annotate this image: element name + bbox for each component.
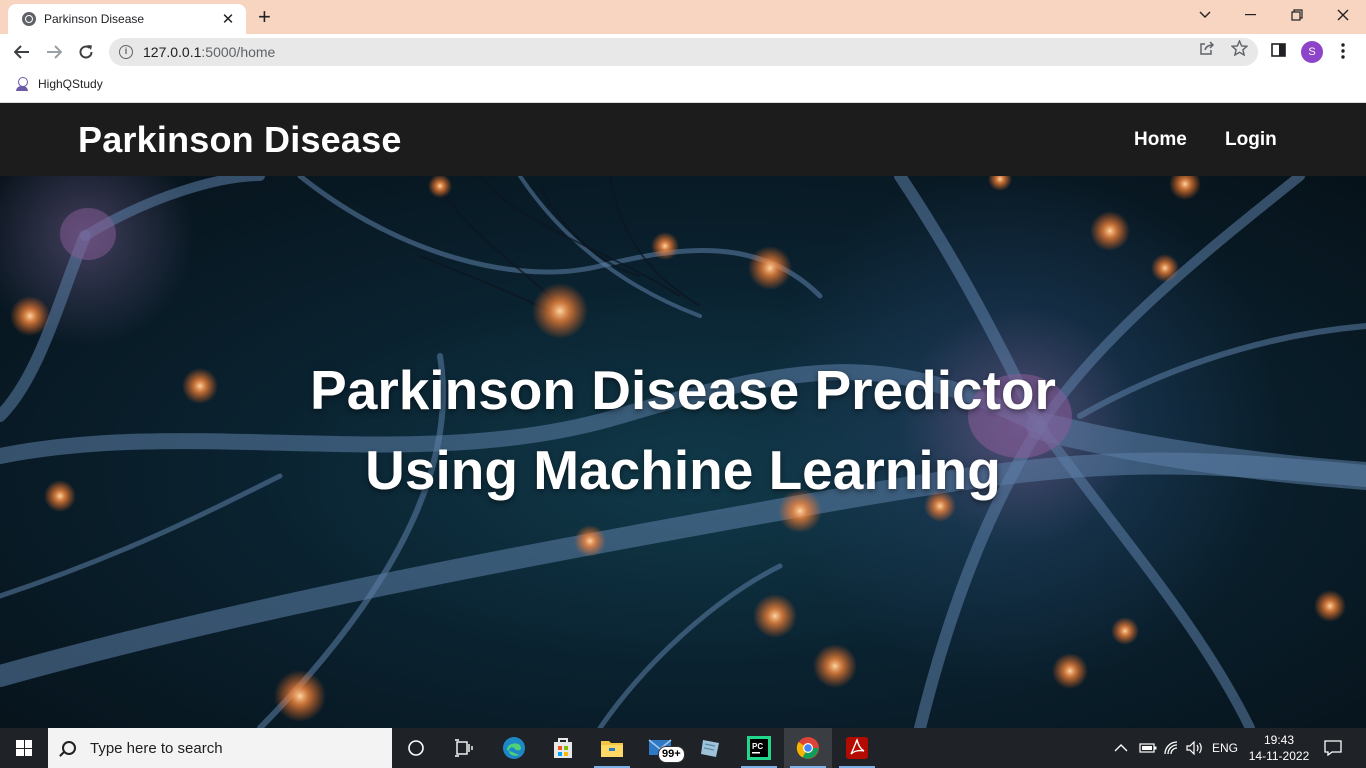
edge-browser-icon[interactable] xyxy=(490,728,538,768)
start-button[interactable] xyxy=(0,728,48,768)
site-brand[interactable]: Parkinson Disease xyxy=(78,119,402,161)
new-tab-button[interactable]: + xyxy=(258,5,271,29)
browser-tab[interactable]: Parkinson Disease ✕ xyxy=(8,4,246,34)
hero-title-line2: Using Machine Learning xyxy=(365,439,1001,501)
forward-button[interactable] xyxy=(41,40,67,64)
bookmark-favicon-icon xyxy=(14,76,30,92)
cortana-icon[interactable] xyxy=(392,728,440,768)
tab-search-chevron-icon[interactable] xyxy=(1182,0,1228,30)
browser-toolbar: i 127.0.0.1:5000/home S xyxy=(0,34,1366,70)
chrome-icon[interactable] xyxy=(784,728,832,768)
svg-text:PC: PC xyxy=(752,742,763,751)
url-text: 127.0.0.1:5000/home xyxy=(143,44,275,60)
nav-home-link[interactable]: Home xyxy=(1134,129,1187,151)
pycharm-icon[interactable]: PC xyxy=(735,728,783,768)
tab-title: Parkinson Disease xyxy=(44,12,145,26)
globe-icon xyxy=(22,12,36,26)
reload-button[interactable] xyxy=(73,40,99,64)
notifications-icon[interactable] xyxy=(1324,728,1342,768)
close-window-button[interactable] xyxy=(1320,0,1366,30)
volume-icon[interactable] xyxy=(1186,728,1204,768)
minimize-button[interactable] xyxy=(1228,0,1274,30)
nav-login-link[interactable]: Login xyxy=(1225,129,1277,151)
file-explorer-icon[interactable] xyxy=(588,728,636,768)
address-bar[interactable]: i 127.0.0.1:5000/home xyxy=(109,38,1258,66)
profile-avatar[interactable]: S xyxy=(1301,41,1323,63)
site-navbar: Parkinson Disease Home Login xyxy=(0,103,1366,176)
microsoft-store-icon[interactable] xyxy=(539,728,587,768)
url-path: :5000/home xyxy=(201,44,276,60)
mail-badge: 99+ xyxy=(658,746,685,763)
clock-date: 14-11-2022 xyxy=(1248,749,1310,763)
web-page: Parkinson Disease Home Login Parkinson D… xyxy=(0,103,1366,728)
taskbar-search-box[interactable]: Type here to search xyxy=(48,728,392,768)
site-info-icon[interactable]: i xyxy=(119,45,133,59)
show-hidden-icons[interactable] xyxy=(1114,728,1128,768)
bookmark-highqstudy[interactable]: HighQStudy xyxy=(14,76,103,92)
hero-section: Parkinson Disease Predictor Using Machin… xyxy=(0,176,1366,728)
back-button[interactable] xyxy=(9,40,35,64)
share-icon[interactable] xyxy=(1199,40,1215,60)
search-placeholder: Type here to search xyxy=(90,739,223,757)
url-host: 127.0.0.1 xyxy=(143,44,202,60)
search-icon xyxy=(62,741,76,755)
clock-time: 19:43 xyxy=(1263,733,1295,747)
windows-logo-icon xyxy=(16,740,32,756)
language-indicator[interactable]: ENG xyxy=(1212,728,1238,768)
windows-taskbar: Type here to search 99+ PC ENG 19:43 14-… xyxy=(0,728,1366,768)
taskbar-clock[interactable]: 19:43 14-11-2022 xyxy=(1244,732,1314,764)
bookmark-label: HighQStudy xyxy=(38,77,103,91)
tab-close-icon[interactable]: ✕ xyxy=(220,10,236,28)
menu-kebab-icon[interactable] xyxy=(1341,43,1345,63)
notes-app-icon[interactable] xyxy=(686,728,734,768)
hero-title-line1: Parkinson Disease Predictor xyxy=(310,359,1056,421)
side-panel-icon[interactable] xyxy=(1271,43,1287,61)
bookmark-star-icon[interactable] xyxy=(1230,39,1249,60)
bookmarks-bar: HighQStudy xyxy=(0,70,1366,103)
task-view-icon[interactable] xyxy=(440,728,488,768)
battery-icon[interactable] xyxy=(1139,728,1157,768)
browser-tab-strip: Parkinson Disease ✕ + xyxy=(0,0,1366,34)
acrobat-reader-icon[interactable] xyxy=(833,728,881,768)
restore-button[interactable] xyxy=(1274,0,1320,30)
mail-icon[interactable]: 99+ xyxy=(637,728,685,768)
wifi-icon[interactable] xyxy=(1164,728,1180,768)
